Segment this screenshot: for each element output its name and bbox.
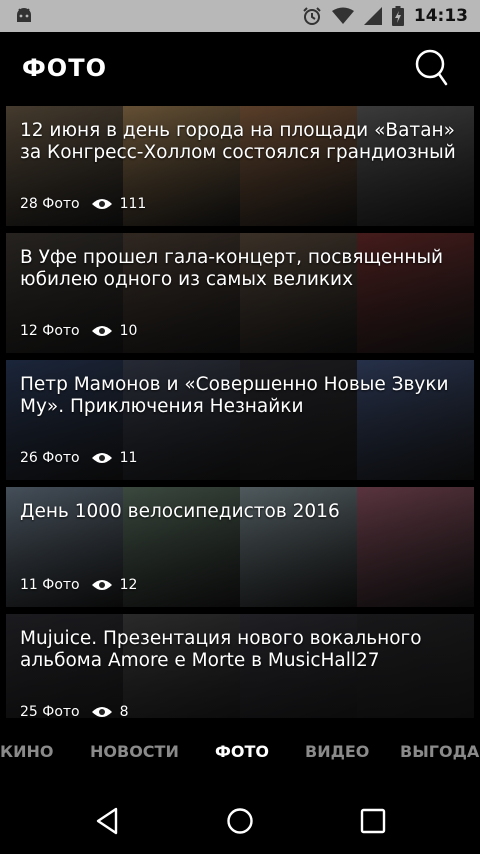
tab-kino[interactable]: КИНО xyxy=(0,742,53,761)
card-meta: 25 Фото 8 xyxy=(20,704,129,718)
photo-card[interactable]: День 1000 велосипедистов 2016 11 Фото 12 xyxy=(6,487,474,607)
tab-deals[interactable]: ВЫГОДА xyxy=(400,742,479,761)
photo-count: 28 Фото xyxy=(20,196,80,212)
photo-feed: 12 июня в день города на площади «Ватан»… xyxy=(6,106,474,718)
category-tabs: КИНО НОВОСТИ ФОТО ВИДЕО ВЫГОДА xyxy=(0,718,480,786)
eye-icon xyxy=(91,707,112,717)
view-count: 111 xyxy=(119,196,147,212)
recents-icon[interactable] xyxy=(358,806,388,836)
view-count: 10 xyxy=(119,323,138,339)
card-title: В Уфе прошел гала-концерт, посвященный ю… xyxy=(20,247,444,290)
eye-icon xyxy=(91,453,112,463)
tab-photo[interactable]: ФОТО xyxy=(215,742,269,761)
card-meta: 12 Фото 10 xyxy=(20,323,137,339)
card-meta: 28 Фото 111 xyxy=(20,196,146,212)
battery-icon xyxy=(391,6,404,26)
photo-card[interactable]: 12 июня в день города на площади «Ватан»… xyxy=(6,106,474,226)
navigation-bar xyxy=(0,786,480,854)
photo-card[interactable]: Mujuice. Презентация нового вокального а… xyxy=(6,614,474,718)
android-icon xyxy=(17,8,31,22)
view-count: 12 xyxy=(119,577,138,593)
status-time: 14:13 xyxy=(413,6,468,26)
photo-card[interactable]: В Уфе прошел гала-концерт, посвященный ю… xyxy=(6,233,474,353)
photo-count: 11 Фото xyxy=(20,577,80,593)
app-bar: ФОТО xyxy=(0,32,480,106)
card-meta: 11 Фото 12 xyxy=(20,577,137,593)
view-count: 8 xyxy=(119,704,129,718)
back-icon[interactable] xyxy=(92,806,122,836)
photo-card[interactable]: Петр Мамонов и «Совершенно Новые Звуки М… xyxy=(6,360,474,480)
card-title: Mujuice. Презентация нового вокального а… xyxy=(20,628,422,671)
view-count: 11 xyxy=(119,450,138,466)
wifi-icon xyxy=(331,7,354,24)
card-title: Петр Мамонов и «Совершенно Новые Звуки М… xyxy=(20,374,449,417)
alarm-icon xyxy=(303,7,321,25)
eye-icon xyxy=(91,580,112,590)
search-icon[interactable] xyxy=(414,49,448,87)
page-title: ФОТО xyxy=(22,54,107,82)
eye-icon xyxy=(91,326,112,336)
card-title: 12 июня в день города на площади «Ватан»… xyxy=(20,120,456,163)
status-bar: 14:13 xyxy=(0,0,480,32)
eye-icon xyxy=(91,199,112,209)
photo-count: 25 Фото xyxy=(20,704,80,718)
photo-count: 26 Фото xyxy=(20,450,80,466)
tab-video[interactable]: ВИДЕО xyxy=(305,742,369,761)
card-title: День 1000 велосипедистов 2016 xyxy=(20,501,340,522)
signal-icon xyxy=(363,7,382,25)
home-icon[interactable] xyxy=(225,806,255,836)
card-meta: 26 Фото 11 xyxy=(20,450,137,466)
photo-count: 12 Фото xyxy=(20,323,80,339)
tab-news[interactable]: НОВОСТИ xyxy=(90,742,179,761)
